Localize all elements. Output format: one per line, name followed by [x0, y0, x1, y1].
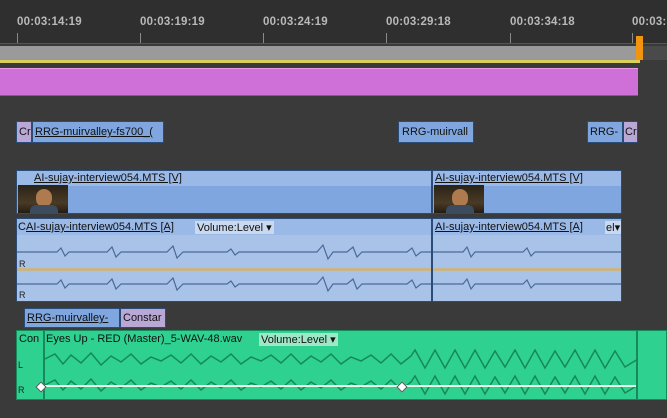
audio-waveform [17, 243, 431, 261]
ruler-tick [510, 33, 511, 43]
transition-clip[interactable]: Cr [16, 121, 32, 143]
clip-label: AI-sujay-interview054.MTS [V] [435, 172, 583, 184]
clip-label: Eyes Up - RED (Master)_5-WAV-48.wav [46, 333, 243, 345]
clip-label: RRG-muirvalley-fs700_( [35, 126, 153, 138]
clip-label: AI-sujay-interview054.MTS [V] [34, 172, 182, 184]
video-clip[interactable]: AI-sujay-interview054.MTS [V] [432, 170, 622, 214]
clip-label: Cr [19, 126, 31, 138]
audio-clip[interactable]: RRG-muirvalley- [24, 308, 120, 328]
ruler-tick [632, 33, 633, 43]
timecode-label: 00:03:34:18 [510, 16, 575, 28]
volume-dropdown[interactable]: Volume:Level ▾ [195, 221, 274, 234]
ruler-tick [386, 33, 387, 43]
audio-waveform [433, 245, 621, 259]
adjustment-layer-clip[interactable] [0, 68, 638, 96]
chevron-down-icon: ▾ [263, 222, 272, 234]
volume-label: Volume:Level [197, 222, 264, 234]
video-clip[interactable]: RRG-muirvall [398, 121, 474, 143]
clip-thumbnail [18, 185, 68, 213]
transition-clip[interactable]: Cr [623, 121, 638, 143]
ruler-tick [140, 33, 141, 43]
audio-waveform [17, 275, 431, 293]
volume-dropdown[interactable]: Volume:Level ▾ [259, 333, 338, 346]
work-area-end [640, 46, 667, 60]
clip-label: Cr [625, 126, 637, 138]
clip-label: Constar [123, 312, 162, 324]
work-area-bar[interactable] [0, 46, 640, 60]
channel-label: R [19, 290, 26, 300]
clip-label: AI-sujay-interview054.MTS [A] [26, 221, 174, 233]
channel-label: L [18, 360, 24, 370]
channel-label: R [18, 385, 25, 395]
playhead-marker[interactable] [636, 36, 643, 60]
transition-clip[interactable]: Constar [120, 308, 166, 328]
ruler-divider [0, 43, 667, 44]
clip-label: AI-sujay-interview054.MTS [A] [435, 221, 583, 233]
audio-waveform [433, 277, 621, 291]
timecode-label: 00:03:24:19 [263, 16, 328, 28]
clip-thumbnail [434, 185, 484, 213]
video-clip[interactable]: RRG- [587, 121, 623, 143]
audio-clip[interactable]: C AI-sujay-interview054.MTS [A] Volume:L… [16, 218, 432, 302]
volume-dropdown[interactable]: el▾ [605, 221, 621, 234]
music-clip[interactable] [637, 330, 667, 400]
volume-label: el [606, 222, 615, 234]
channel-divider [17, 268, 431, 271]
video-clip[interactable]: RRG-muirvalley-fs700_( [32, 121, 164, 143]
channel-divider [433, 268, 621, 271]
audio-waveform [45, 348, 636, 370]
clip-label: RRG-muirvall [402, 126, 468, 138]
chevron-down-icon: ▾ [614, 222, 621, 234]
timecode-label: 00:03:14:19 [17, 16, 82, 28]
video-clip[interactable]: AI-sujay-interview054.MTS [V] [16, 170, 432, 214]
chevron-down-icon: ▾ [327, 334, 336, 346]
work-area-highlight [0, 60, 640, 63]
ruler-tick [17, 33, 18, 43]
clip-label: RRG- [590, 126, 619, 138]
timecode-label: 00:03:3 [632, 16, 667, 28]
time-ruler[interactable]: 00:03:14:19 00:03:19:19 00:03:24:19 00:0… [0, 0, 667, 44]
volume-rubber-band[interactable] [45, 385, 636, 387]
ruler-tick [263, 33, 264, 43]
clip-label: C [18, 221, 26, 233]
timecode-label: 00:03:29:18 [386, 16, 451, 28]
audio-clip[interactable]: AI-sujay-interview054.MTS [A] el▾ [432, 218, 622, 302]
clip-label: RRG-muirvalley- [27, 312, 109, 324]
timecode-label: 00:03:19:19 [140, 16, 205, 28]
music-clip[interactable]: Eyes Up - RED (Master)_5-WAV-48.wav Volu… [44, 330, 637, 400]
volume-label: Volume:Level [261, 334, 328, 346]
clip-label: Con [19, 333, 40, 345]
